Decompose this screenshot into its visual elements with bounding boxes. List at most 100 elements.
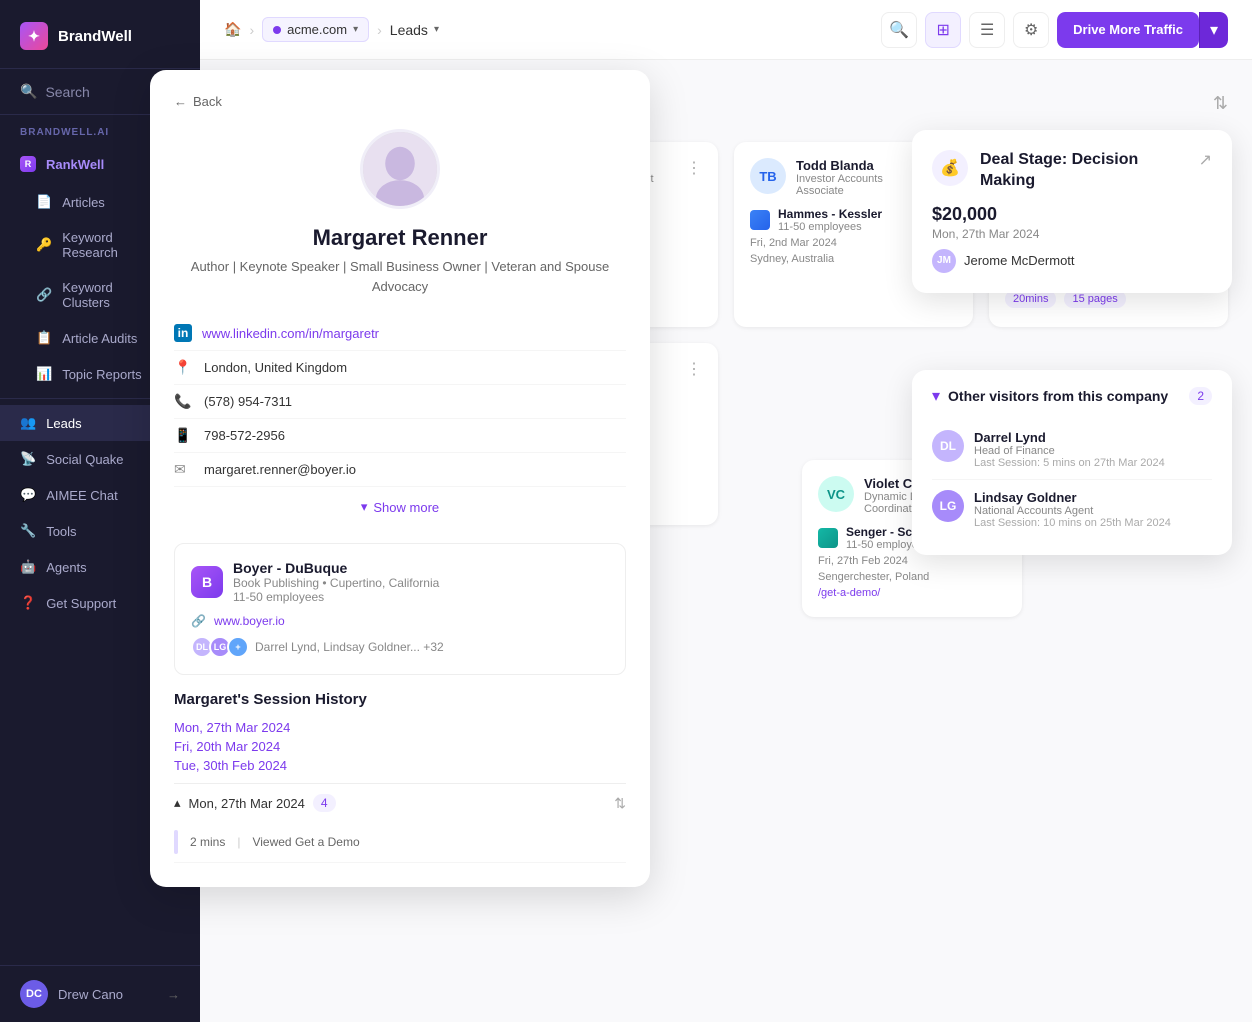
visitor-name-darrel: Darrel Lynd xyxy=(974,430,1165,445)
tools-label: Tools xyxy=(46,524,76,539)
card-link-violet[interactable]: /get-a-demo/ xyxy=(818,587,880,599)
profile-linkedin-row: in www.linkedin.com/in/margaretr xyxy=(174,316,626,351)
session-history-title: Margaret's Session History xyxy=(174,691,626,708)
nav-list-btn[interactable]: ☰ xyxy=(969,12,1005,48)
session-expand-count: 4 xyxy=(313,794,336,812)
card-role-todd: Investor Accounts Associate xyxy=(796,173,931,197)
company-logo-hammes xyxy=(750,210,770,230)
visitors-card: ▾ Other visitors from this company 2 DL … xyxy=(912,370,1232,555)
company-people-names: Darrel Lynd, Lindsay Goldner... +32 xyxy=(255,640,444,654)
visitor-row-darrel[interactable]: DL Darrel Lynd Head of Finance Last Sess… xyxy=(932,420,1212,480)
profile-name: Margaret Renner xyxy=(174,225,626,251)
card-menu-doreen[interactable]: ⋮ xyxy=(686,359,702,379)
article-audits-icon: 📋 xyxy=(36,330,52,346)
site-chevron: ▾ xyxy=(353,24,358,35)
company-website-row: 🔗 www.boyer.io xyxy=(191,614,609,628)
profile-phone: (578) 954-7311 xyxy=(204,394,292,409)
user-arrow-icon: → xyxy=(167,987,180,1002)
sort-icon[interactable]: ⇅ xyxy=(1213,93,1228,114)
phone-icon: 📞 xyxy=(174,393,194,410)
get-support-icon: ❓ xyxy=(20,595,36,611)
profile-mobile-row: 📱 798-572-2956 xyxy=(174,419,626,453)
session-detail-time: 2 mins xyxy=(190,835,225,849)
visitor-avatar-darrel: DL xyxy=(932,430,964,462)
get-support-label: Get Support xyxy=(46,596,116,611)
modal-back-btn[interactable]: ← Back xyxy=(174,94,626,109)
social-quake-label: Social Quake xyxy=(46,452,123,467)
deal-icon: 💰 xyxy=(932,150,968,186)
leads-nav-item[interactable]: Leads ▾ xyxy=(390,22,439,38)
user-name: Drew Cano xyxy=(58,987,123,1002)
profile-location: London, United Kingdom xyxy=(204,360,347,375)
card-date-violet: Fri, 27th Feb 2024 xyxy=(818,555,1006,567)
drive-traffic-btn-group: Drive More Traffic ▾ xyxy=(1057,12,1228,48)
nav-search-btn[interactable]: 🔍 xyxy=(881,12,917,48)
articles-label: Articles xyxy=(62,195,105,210)
sidebar-logo-text: BrandWell xyxy=(58,28,132,45)
nav-actions: 🔍 ⊞ ☰ ⚙ Drive More Traffic ▾ xyxy=(881,12,1228,48)
visitor-name-lindsay: Lindsay Goldner xyxy=(974,490,1171,505)
card-time-randolph: 20mins xyxy=(1005,290,1056,308)
profile-email: margaret.renner@boyer.io xyxy=(204,462,356,477)
visitor-row-lindsay[interactable]: LG Lindsay Goldner National Accounts Age… xyxy=(932,480,1212,539)
session-expand[interactable]: ▴ Mon, 27th Mar 2024 4 ⇅ xyxy=(174,783,626,822)
card-location-violet: Sengerchester, Poland xyxy=(818,571,1006,583)
card-pages-randolph: 15 pages xyxy=(1064,290,1125,308)
site-dot xyxy=(273,26,281,34)
session-link-3[interactable]: Tue, 30th Feb 2024 xyxy=(174,758,626,773)
visitors-chevron-icon[interactable]: ▾ xyxy=(932,386,940,406)
site-badge[interactable]: acme.com ▾ xyxy=(262,17,369,42)
visitor-role-darrel: Head of Finance xyxy=(974,445,1165,457)
top-nav: 🏠 › acme.com ▾ › Leads ▾ 🔍 ⊞ ☰ ⚙ Drive M… xyxy=(200,0,1252,60)
visitors-count: 2 xyxy=(1189,387,1212,405)
leads-label: Leads xyxy=(46,416,81,431)
drive-traffic-arrow[interactable]: ▾ xyxy=(1199,12,1228,48)
search-icon: 🔍 xyxy=(20,83,37,100)
card-name-todd: Todd Blanda xyxy=(796,158,931,173)
breadcrumb-sep-1: › xyxy=(249,22,254,38)
deal-person-avatar: JM xyxy=(932,249,956,273)
mobile-icon: 📱 xyxy=(174,427,194,444)
visitor-session-darrel: Last Session: 5 mins on 27th Mar 2024 xyxy=(974,457,1165,469)
show-more-chevron: ▾ xyxy=(361,499,368,515)
keyword-research-icon: 🔑 xyxy=(36,237,52,253)
profile-phone-row: 📞 (578) 954-7311 xyxy=(174,385,626,419)
sidebar-search-label: Search xyxy=(45,84,89,100)
user-row[interactable]: DC Drew Cano → xyxy=(0,966,200,1022)
card-menu-belinda[interactable]: ⋮ xyxy=(686,158,702,178)
company-info-name: Boyer - DuBuque xyxy=(233,560,439,576)
user-avatar: DC xyxy=(20,980,48,1008)
email-icon: ✉ xyxy=(174,461,194,478)
session-detail-action: Viewed Get a Demo xyxy=(252,835,359,849)
person-avatar-3: + xyxy=(227,636,249,658)
brandwell-logo-icon: ✦ xyxy=(20,22,48,50)
profile-avatar xyxy=(360,129,440,209)
back-arrow-icon: ← xyxy=(174,94,187,109)
show-more-label: Show more xyxy=(373,500,439,515)
deal-external-link-icon[interactable]: ↗ xyxy=(1199,150,1212,170)
session-expand-chevron: ▴ xyxy=(174,795,181,811)
breadcrumb: 🏠 › acme.com ▾ › Leads ▾ xyxy=(224,17,869,42)
session-link-2[interactable]: Fri, 20th Mar 2024 xyxy=(174,739,626,754)
leads-nav-label: Leads xyxy=(390,22,428,38)
card-avatar-todd: TB xyxy=(750,158,786,194)
company-section: B Boyer - DuBuque Book Publishing • Cupe… xyxy=(174,543,626,675)
company-info-sub: Book Publishing • Cupertino, California xyxy=(233,576,439,590)
aimee-chat-icon: 💬 xyxy=(20,487,36,503)
company-website-url[interactable]: www.boyer.io xyxy=(214,614,285,628)
profile-linkedin[interactable]: www.linkedin.com/in/margaretr xyxy=(202,326,379,341)
session-expand-date: Mon, 27th Mar 2024 xyxy=(189,796,305,811)
social-quake-icon: 📡 xyxy=(20,451,36,467)
session-link-1[interactable]: Mon, 27th Mar 2024 xyxy=(174,720,626,735)
session-detail-row: 2 mins | Viewed Get a Demo xyxy=(174,822,626,863)
drive-traffic-button[interactable]: Drive More Traffic xyxy=(1057,12,1199,48)
home-icon[interactable]: 🏠 xyxy=(224,21,241,38)
session-sort-icon[interactable]: ⇅ xyxy=(614,795,626,812)
show-more-btn[interactable]: ▾ Show more xyxy=(174,487,626,527)
tools-icon: 🔧 xyxy=(20,523,36,539)
nav-grid-btn[interactable]: ⊞ xyxy=(925,12,961,48)
profile-role: Author | Keynote Speaker | Small Busines… xyxy=(174,257,626,296)
keyword-clusters-label: Keyword Clusters xyxy=(62,280,150,310)
nav-settings-btn[interactable]: ⚙ xyxy=(1013,12,1049,48)
sidebar-logo: ✦ BrandWell xyxy=(0,0,200,69)
